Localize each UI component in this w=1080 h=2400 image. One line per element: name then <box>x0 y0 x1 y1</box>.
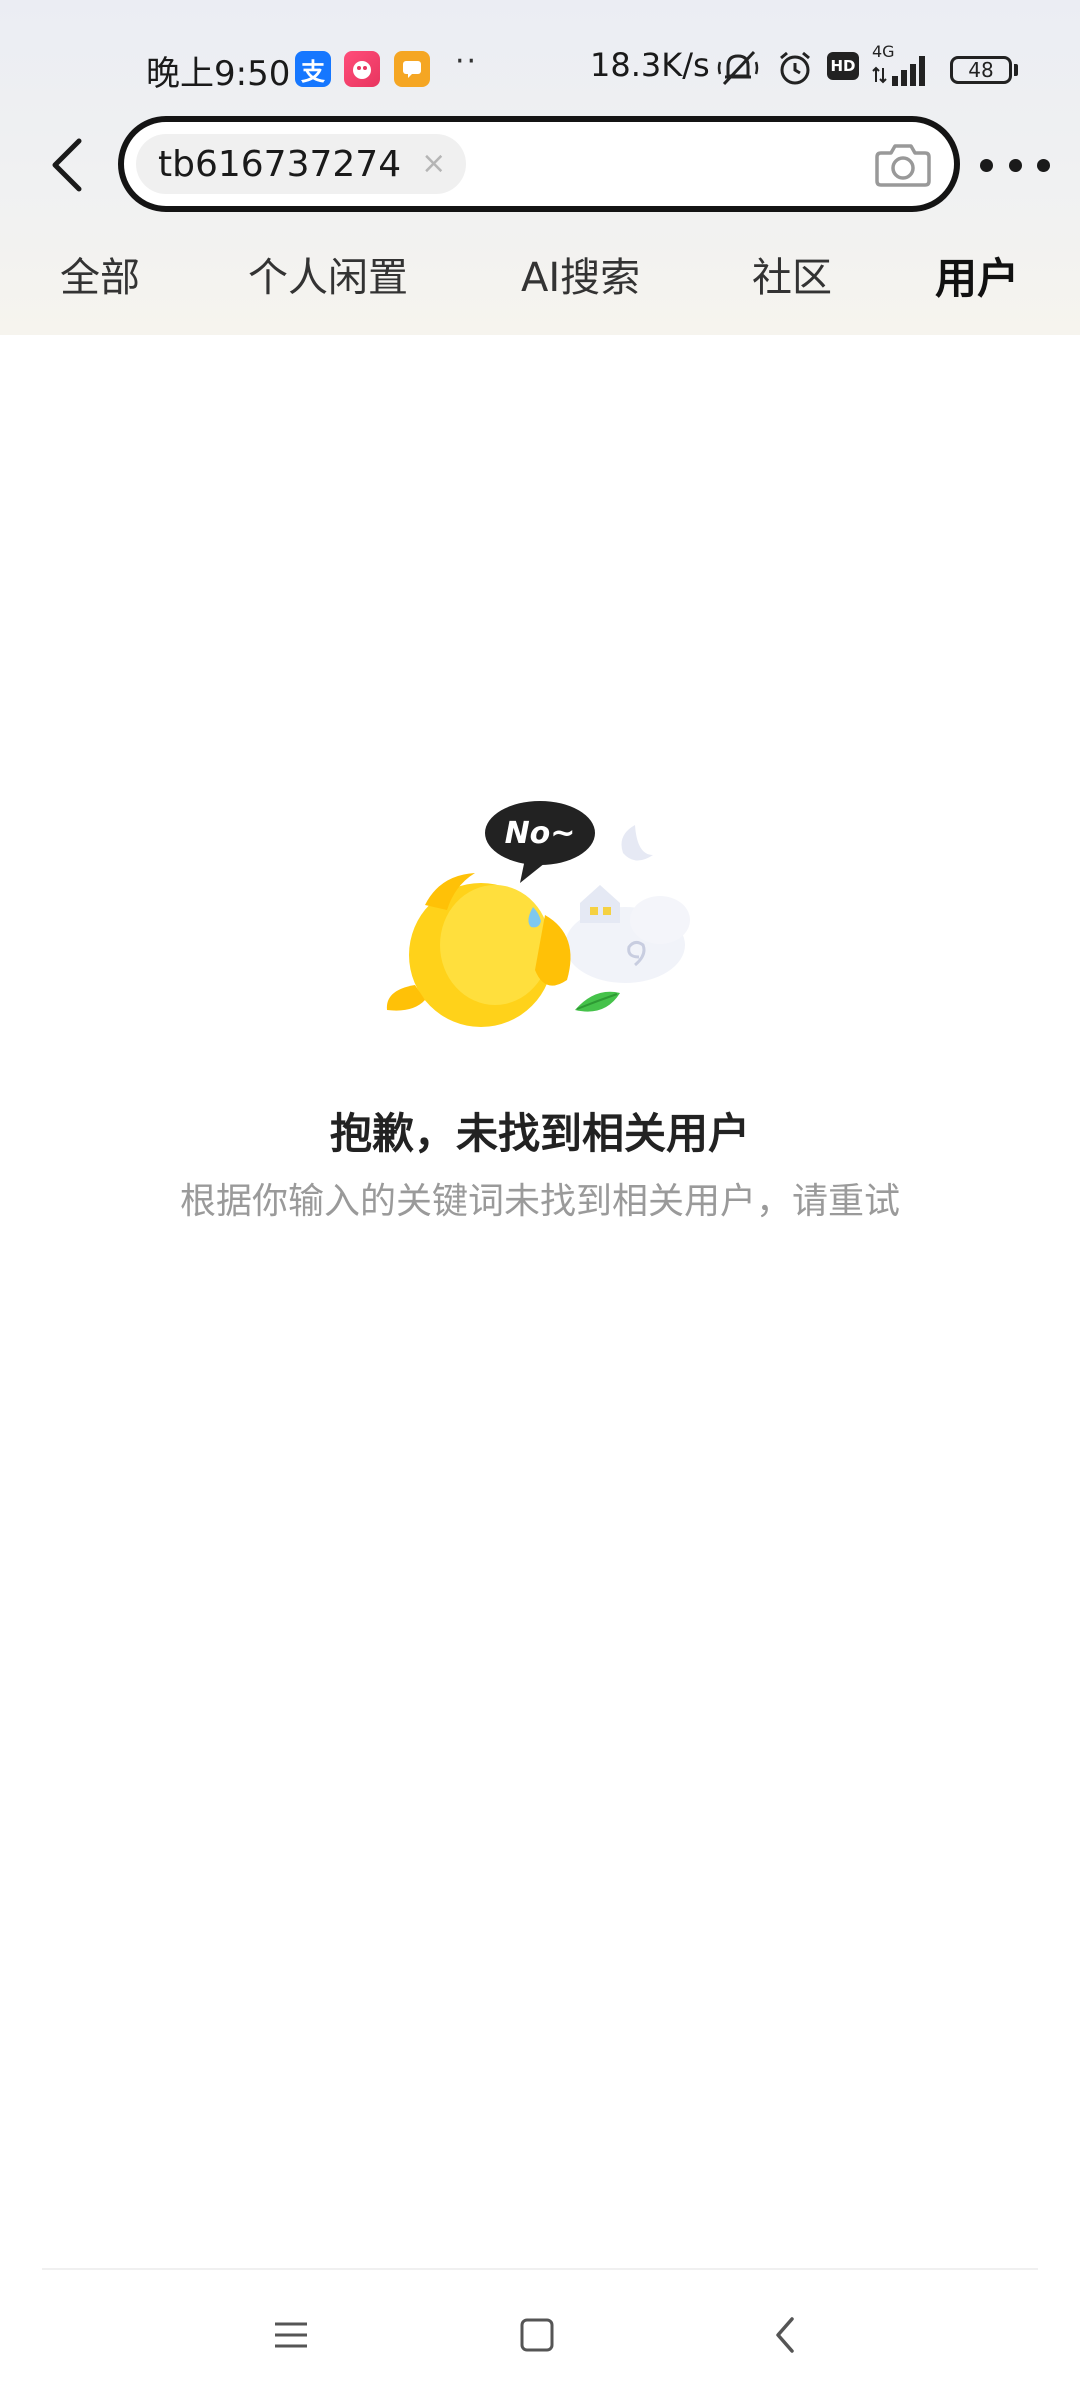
empty-state-illustration: No~ <box>385 795 705 1045</box>
camera-search-button[interactable] <box>872 134 934 194</box>
hd-voice-icon: HD <box>827 52 859 80</box>
screen: 晚上9:50 支 ·· 18.3K/s HD 4G 48 tb616737274… <box>0 0 1080 2400</box>
tab-label: 个人闲置 <box>248 255 408 301</box>
battery-tip <box>1014 64 1018 76</box>
alipay-notification-icon: 支 <box>295 51 331 87</box>
alipay-icon-char: 支 <box>301 57 325 86</box>
search-query-text: tb616737274 <box>158 143 402 185</box>
battery-indicator: 48 <box>950 56 1012 84</box>
back-arrow-icon <box>776 2317 794 2353</box>
signal-4g-icon: 4G <box>870 42 940 94</box>
message-notification-icon <box>394 51 430 87</box>
dot-icon <box>980 158 993 172</box>
search-category-tabs: 全部 个人闲置 AI搜索 社区 用户 <box>0 245 1080 315</box>
empty-state-title: 抱歉，未找到相关用户 <box>329 1109 750 1158</box>
hd-label: HD <box>830 57 856 75</box>
tab-label: AI搜索 <box>521 255 641 301</box>
search-query-chip[interactable]: tb616737274 × <box>136 134 467 194</box>
tab-users[interactable]: 用户 <box>931 245 1024 306</box>
chevron-left-icon <box>52 138 82 192</box>
recent-apps-button[interactable] <box>256 2305 326 2365</box>
empty-state-subtitle: 根据你输入的关键词未找到相关用户，请重试 <box>179 1181 900 1222</box>
tab-all[interactable]: 全部 <box>60 245 140 303</box>
status-bar: 晚上9:50 支 ·· 18.3K/s HD 4G 48 <box>0 38 1080 100</box>
app-notification-icon <box>344 51 380 87</box>
network-speed: 18.3K/s <box>590 46 710 84</box>
tab-label: 社区 <box>752 255 832 301</box>
menu-lines-icon <box>275 2322 307 2348</box>
mute-bell-icon <box>716 48 760 92</box>
tab-community[interactable]: 社区 <box>752 245 832 303</box>
home-button[interactable] <box>502 2305 572 2365</box>
square-home-icon <box>520 2318 554 2352</box>
dot-icon <box>1037 158 1050 172</box>
nav-divider <box>42 2268 1038 2270</box>
tab-personal-idle[interactable]: 个人闲置 <box>248 245 408 303</box>
camera-icon <box>875 144 931 187</box>
dot-icon <box>1008 158 1022 172</box>
alarm-clock-icon <box>775 48 815 92</box>
bubble-text: No~ <box>505 816 576 851</box>
status-time: 晚上9:50 <box>146 54 291 94</box>
tab-label: 全部 <box>60 255 140 301</box>
tab-ai-search[interactable]: AI搜索 <box>521 245 640 303</box>
network-type: 4G <box>872 42 895 61</box>
battery-level: 48 <box>968 58 994 82</box>
system-back-button[interactable] <box>750 2305 820 2365</box>
more-notifications-indicator: ·· <box>455 44 479 79</box>
search-box[interactable]: tb616737274 × <box>118 116 960 212</box>
back-button[interactable] <box>42 130 92 200</box>
clear-query-icon[interactable]: × <box>421 149 446 179</box>
more-options-button[interactable] <box>980 140 1050 190</box>
tab-label: 用户 <box>935 254 1020 303</box>
